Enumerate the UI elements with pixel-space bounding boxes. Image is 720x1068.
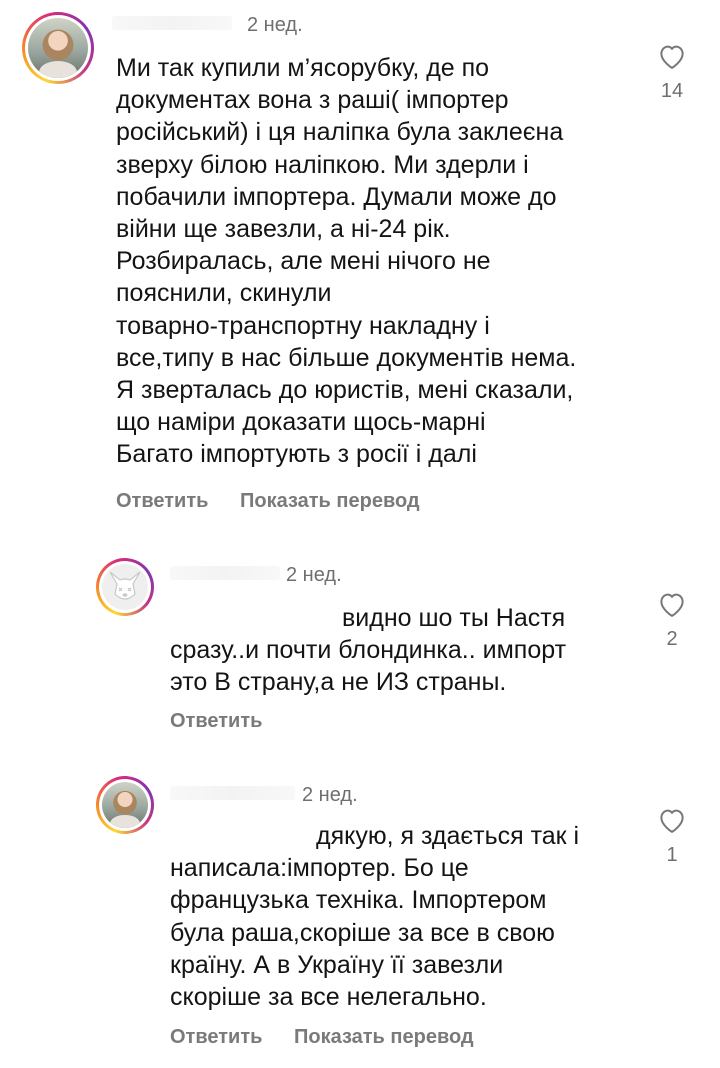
username-redacted[interactable] [170,566,280,580]
comment-line: все,типу в нас більше документів нема. [116,343,577,372]
comment-2: 2 нед. видно шо ты Настя сразу..и почти … [0,550,720,750]
like-count: 14 [660,80,684,102]
comment-time: 2 нед. [286,564,342,586]
comment-line: країну. А в Україну її завезли [170,950,504,979]
like-control: 2 [652,590,692,651]
username-redacted[interactable] [112,16,232,30]
comment-actions: Ответить [170,710,288,733]
avatar-photo [102,782,148,828]
comment-line: що наміри доказати щось-марні [116,408,486,437]
comment-line: Багато імпортують з росії і далі [116,440,477,469]
dog-icon [109,571,141,600]
heart-outline-icon[interactable] [657,42,687,70]
username-redacted[interactable] [170,786,295,800]
comment-line: війни ще завезли, а ні-24 рік. [116,215,451,244]
comment-line: Ми так купили м’ясорубку, де по [116,54,490,82]
like-control: 1 [652,806,692,867]
comment-text: дякую, я здається так і написала:імпорте… [170,820,579,1013]
comment-line: Розбиралась, але мені нічого не [116,247,491,276]
user-avatar[interactable] [22,12,94,84]
comment-line: була раша,скоріше за все в свою [170,918,555,947]
comment-3: 2 нед. дякую, я здається так і написала:… [0,770,720,1068]
comment-text: Ми так купили м’ясорубку, де по документ… [116,52,576,471]
reply-button[interactable]: Ответить [116,490,208,513]
avatar-photo [28,18,88,78]
comment-line: побачили імпортера. Думали може до [116,182,557,211]
comment-line: видно шо ты Настя [342,604,566,632]
comment-line: дякую, я здається так і [316,822,580,850]
comment-line: скоріше за все нелегально. [170,983,487,1012]
heart-outline-icon[interactable] [657,590,687,618]
comment-line: это В страну,а не ИЗ страны. [170,668,507,697]
comment-actions: Ответить Показать перевод [116,490,446,513]
comment-line: товарно-транспортну накладну і [116,311,490,340]
comment-line: сразу..и почти блондинка.. импорт [170,636,567,665]
user-avatar[interactable] [96,776,154,834]
comment-line: французька техніка. Імпортером [170,886,547,915]
user-avatar[interactable] [96,558,154,616]
comment-line: російський) і ця наліпка була заклеєна [116,118,564,147]
comment-time: 2 нед. [302,784,358,806]
comment-line: написала:імпортер. Бо це [170,854,469,883]
show-translation-button[interactable]: Показать перевод [294,1026,474,1049]
avatar-photo [102,564,148,610]
like-control: 14 [652,42,692,103]
reply-button[interactable]: Ответить [170,1026,262,1049]
reply-button[interactable]: Ответить [170,710,262,733]
comment-actions: Ответить Показать перевод [170,1026,500,1049]
like-count: 1 [666,844,678,866]
comment-text: видно шо ты Настя сразу..и почти блондин… [170,602,566,699]
comment-time: 2 нед. [247,14,303,36]
comment-line: пояснили, скинули [116,279,332,308]
comment-line: Я зверталась до юристів, мені сказали, [116,376,574,405]
heart-outline-icon[interactable] [657,806,687,834]
like-count: 2 [666,628,678,650]
comment-line: зверху білою наліпкою. Ми здерли і [116,150,529,179]
show-translation-button[interactable]: Показать перевод [240,490,420,513]
comment-1: 2 нед. Ми так купили м’ясорубку, де по д… [0,0,720,540]
comment-line: документах вона з раші( імпортер [116,86,509,115]
